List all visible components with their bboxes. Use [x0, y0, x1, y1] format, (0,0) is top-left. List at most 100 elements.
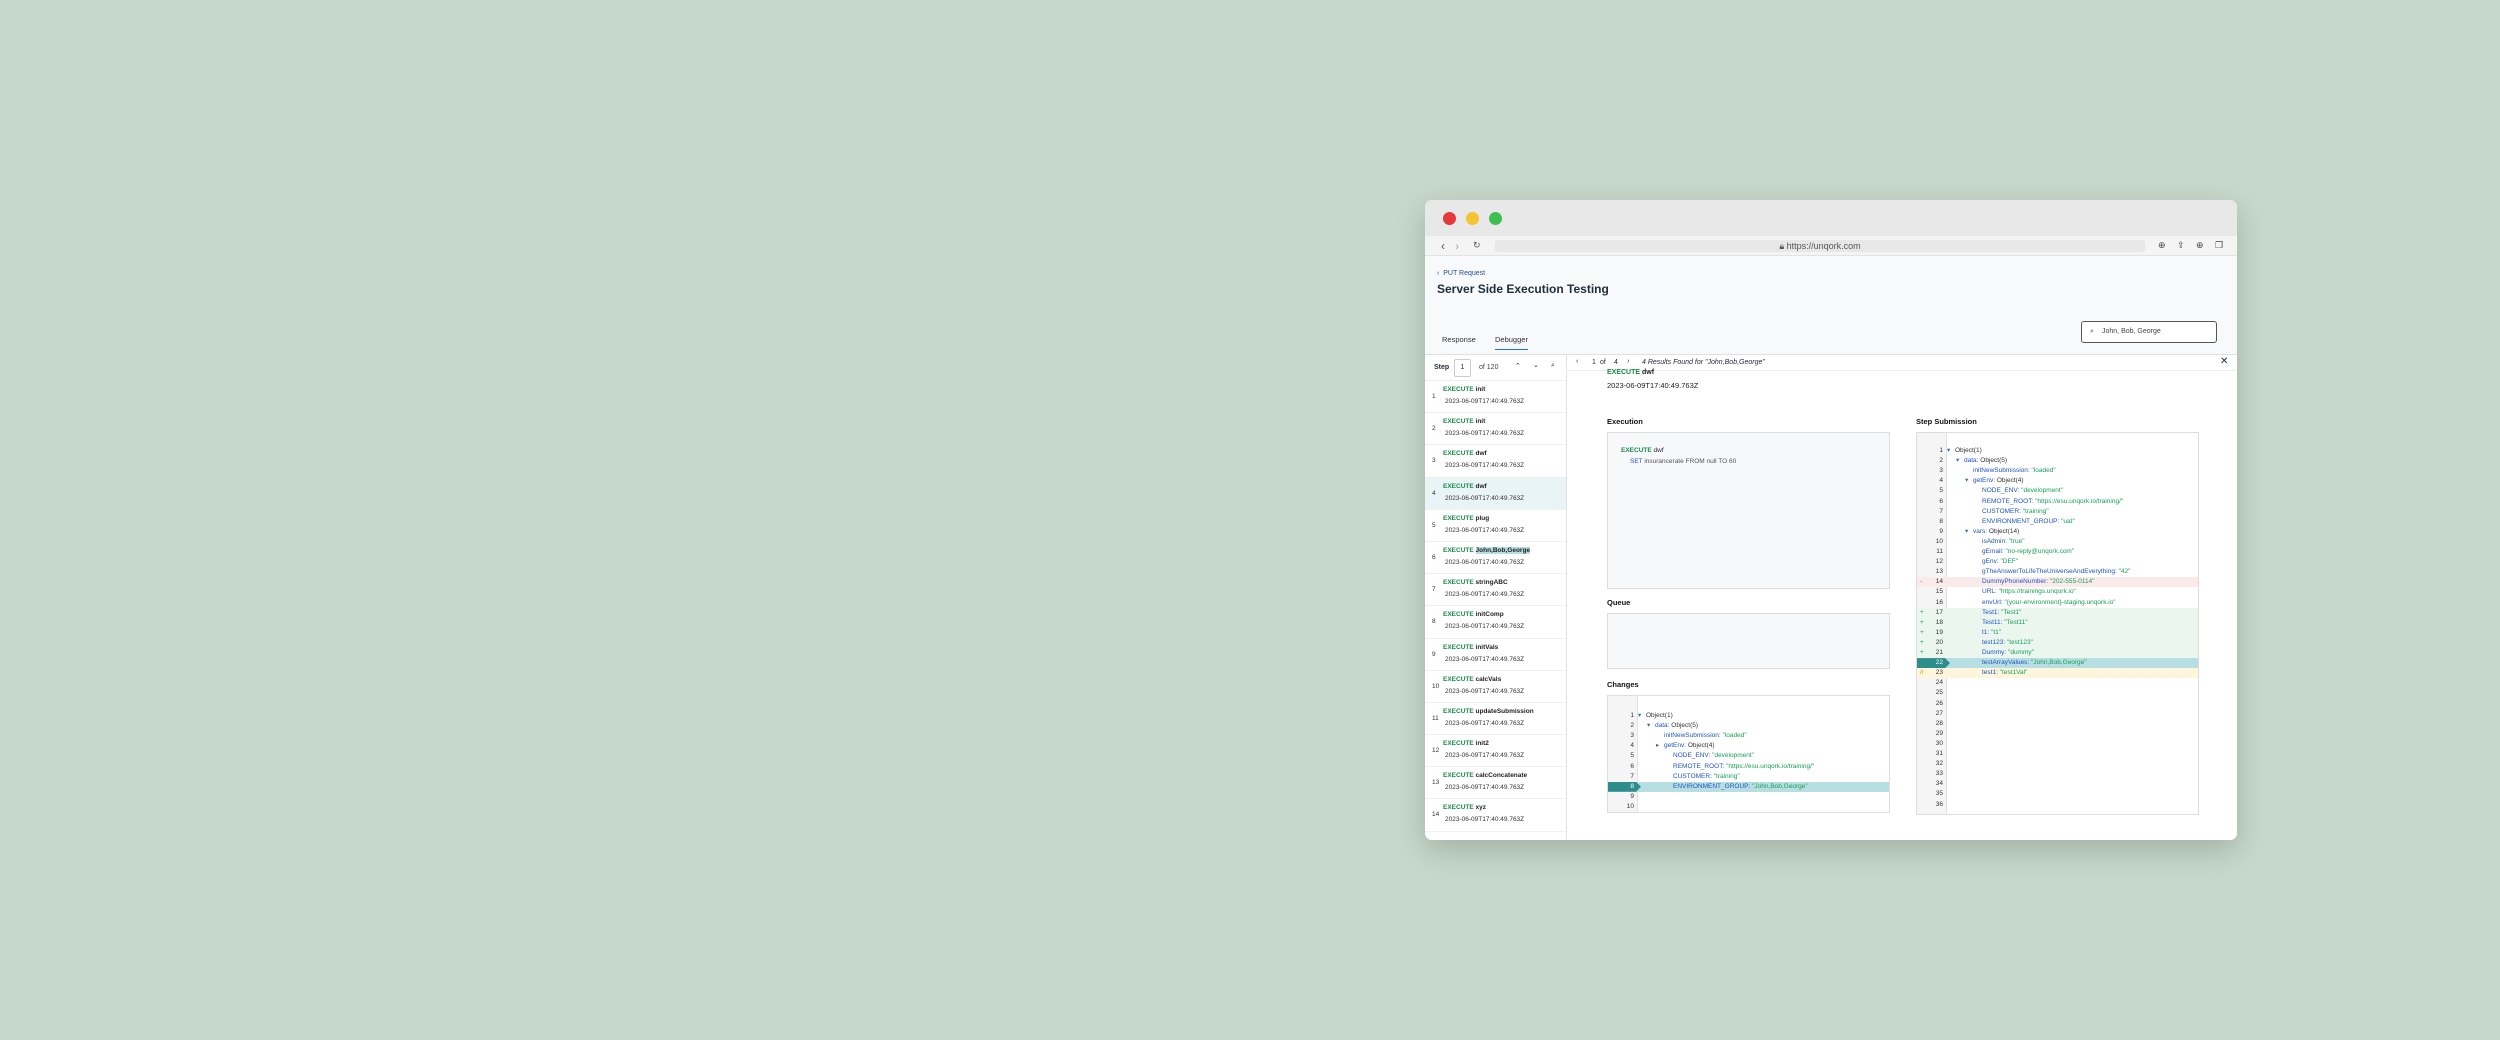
detail-kw: EXECUTE	[1607, 369, 1641, 376]
code-entry: gEnv: "DEF"	[1982, 557, 2018, 567]
row-highlight	[1917, 607, 2198, 618]
line-number: 31	[1935, 750, 1943, 757]
step-title: EXECUTE updateSubmission	[1443, 708, 1534, 715]
chevron-up-icon[interactable]: ⌃	[1515, 362, 1521, 370]
reload-icon[interactable]: ↻	[1473, 240, 1481, 251]
expand-arrow-icon[interactable]: ▾	[1965, 476, 1968, 486]
address-bar[interactable]: 🔒︎ https://unqork.com	[1495, 240, 2145, 252]
step-title: EXECUTE initVals	[1443, 644, 1498, 651]
step-time: 2023-06-09T17:40:49.763Z	[1445, 719, 1525, 727]
expand-arrow-icon[interactable]: ▸	[1656, 741, 1659, 751]
row-highlight	[1917, 668, 2198, 679]
code-entry: Dummy: "dummy"	[1982, 648, 2034, 658]
step-item[interactable]: 4 EXECUTE dwf 2023-06-09T17:40:49.763Z	[1425, 477, 1566, 510]
step-item[interactable]: 3 EXECUTE dwf 2023-06-09T17:40:49.763Z	[1425, 445, 1566, 478]
code-entry: gTheAnswerToLifeTheUniverseAndEverything…	[1982, 567, 2130, 577]
code-key: initNewSubmission:	[1664, 732, 1721, 740]
set-text: insurancerate FROM null TO 60	[1644, 458, 1737, 465]
code-value: "loaded"	[1722, 732, 1747, 740]
line-number: 24	[1935, 679, 1943, 687]
code-value: "training"	[2022, 507, 2049, 515]
share-icon[interactable]: ⇪	[2177, 240, 2185, 251]
close-icon[interactable]: ✕	[2220, 356, 2228, 367]
step-number: 9	[1432, 650, 1436, 658]
expand-arrow-icon[interactable]: ▾	[1947, 446, 1950, 456]
chevron-right-icon[interactable]: ›	[1627, 358, 1629, 365]
code-value: Object(5)	[1671, 722, 1699, 730]
code-key: ENVIRONMENT_GROUP:	[1673, 782, 1751, 790]
code-key: getEnv:	[1973, 477, 1996, 485]
code-value: "test1Val"	[1999, 669, 2028, 677]
step-item[interactable]: 7 EXECUTE stringABC 2023-06-09T17:40:49.76…	[1425, 574, 1566, 607]
step-item[interactable]: 1 EXECUTE init 2023-06-09T17:40:49.763Z	[1425, 381, 1566, 414]
search-icon: ⌕	[2090, 328, 2094, 335]
code-entry: REMOTE_ROOT: "https://esu.unqork.io/trai…	[1673, 762, 1814, 772]
tab-debugger[interactable]: Debugger	[1495, 335, 1528, 350]
step-item[interactable]: 10 EXECUTE calcVals 2023-06-09T17:40:49.76…	[1425, 671, 1566, 703]
expand-arrow-icon[interactable]: ▾	[1647, 721, 1650, 731]
step-item[interactable]: 9 EXECUTE initVals 2023-06-09T17:40:49.763…	[1425, 639, 1566, 671]
step-number: 5	[1432, 521, 1436, 529]
code-key: NODE_ENV:	[1982, 487, 2020, 495]
step-number: 10	[1432, 682, 1440, 690]
code-key: test1:	[1982, 669, 1998, 677]
code-value: "development"	[2021, 487, 2063, 495]
code-value: "development"	[1712, 752, 1754, 760]
zoom-dot[interactable]	[1489, 212, 1502, 225]
search-icon[interactable]: ⌕	[1551, 362, 1555, 370]
line-number: 28	[1935, 719, 1943, 727]
step-label: Step	[1434, 364, 1450, 371]
step-time: 2023-06-09T17:40:49.763Z	[1445, 526, 1525, 534]
search-input[interactable]: ⌕ John, Bob, George	[2081, 321, 2217, 343]
tab-response[interactable]: Response	[1442, 335, 1476, 349]
chevron-down-icon[interactable]: ⌄	[1533, 361, 1539, 369]
code-key: gEnv:	[1982, 558, 1999, 566]
tabs-icon[interactable]: ❐	[2215, 240, 2223, 251]
step-item[interactable]: 11 EXECUTE updateSubmission 2023-06-09T17:…	[1425, 703, 1566, 736]
step-kw: EXECUTE	[1443, 707, 1474, 715]
back-arrow-icon[interactable]: ‹	[1441, 239, 1445, 253]
detail-name: dwf	[1642, 369, 1655, 376]
back-link[interactable]: ‹ PUT Request	[1437, 270, 1485, 277]
step-item[interactable]: 6 EXECUTE John,Bob,George 2023-06-09T17:40…	[1425, 542, 1566, 575]
step-item[interactable]: 13 EXECUTE calcConcatenate 2023-06-09T17:4…	[1425, 767, 1566, 800]
step-item[interactable]: 2 EXECUTE init 2023-06-09T17:40:49.763Z	[1425, 413, 1566, 446]
expand-arrow-icon[interactable]: ▾	[1956, 456, 1959, 466]
diff-marker: +	[1920, 649, 1924, 656]
line-number: 5	[1939, 487, 1943, 495]
step-item[interactable]: 14 EXECUTE xyz 2023-06-09T17:40:49.763Z	[1425, 799, 1566, 832]
code-entry: URL: "https://trainings.unqork.io"	[1982, 587, 2076, 597]
execution-name: dwf	[1653, 447, 1664, 454]
code-value: Object(4)	[1996, 477, 2024, 485]
step-item[interactable]: 5 EXECUTE plug 2023-06-09T17:40:49.763Z	[1425, 510, 1566, 542]
execution-line: EXECUTE dwf	[1621, 447, 1664, 454]
add-tab-icon[interactable]: ⊕	[2196, 240, 2204, 251]
chevron-left-icon[interactable]: ‹	[1576, 358, 1578, 365]
minimize-dot[interactable]	[1466, 212, 1479, 225]
line-number: 9	[1939, 527, 1943, 535]
step-title: EXECUTE init2	[1443, 740, 1489, 747]
result-current: 1	[1592, 359, 1596, 366]
line-number: 35	[1935, 790, 1943, 798]
step-title: EXECUTE xyz	[1443, 804, 1486, 811]
code-entry: DummyPhoneNumber: "202-555-0114"	[1982, 577, 2095, 587]
code-key: Test1:	[1982, 608, 2000, 616]
close-dot[interactable]	[1443, 212, 1456, 225]
forward-arrow-icon[interactable]: ›	[1455, 239, 1459, 253]
code-entry: test1: "test1Val"	[1982, 668, 2027, 678]
step-time: 2023-06-09T17:40:49.763Z	[1445, 558, 1525, 566]
row-highlight	[1917, 627, 2198, 638]
results-text: 4 Results Found for "John,Bob,George"	[1642, 359, 1765, 366]
line-number: 13	[1935, 568, 1943, 576]
code-key: gEmail:	[1982, 548, 2004, 555]
step-item[interactable]: 12 EXECUTE init2 2023-06-09T17:40:49.763Z	[1425, 735, 1566, 768]
expand-arrow-icon[interactable]: ▾	[1965, 527, 1968, 537]
step-name: init2	[1475, 740, 1489, 748]
execution-kw: EXECUTE	[1621, 447, 1652, 454]
line-number: 36	[1935, 800, 1943, 808]
download-icon[interactable]: ⊕	[2158, 240, 2166, 251]
step-item[interactable]: 8 EXECUTE initComp 2023-06-09T17:40:49.763…	[1425, 606, 1566, 639]
step-input[interactable]: 1	[1454, 359, 1471, 377]
expand-arrow-icon[interactable]: ▾	[1638, 711, 1641, 721]
results-bar: ‹ 1 of 4 › 4 Results Found for "John,Bob…	[1567, 355, 2237, 371]
